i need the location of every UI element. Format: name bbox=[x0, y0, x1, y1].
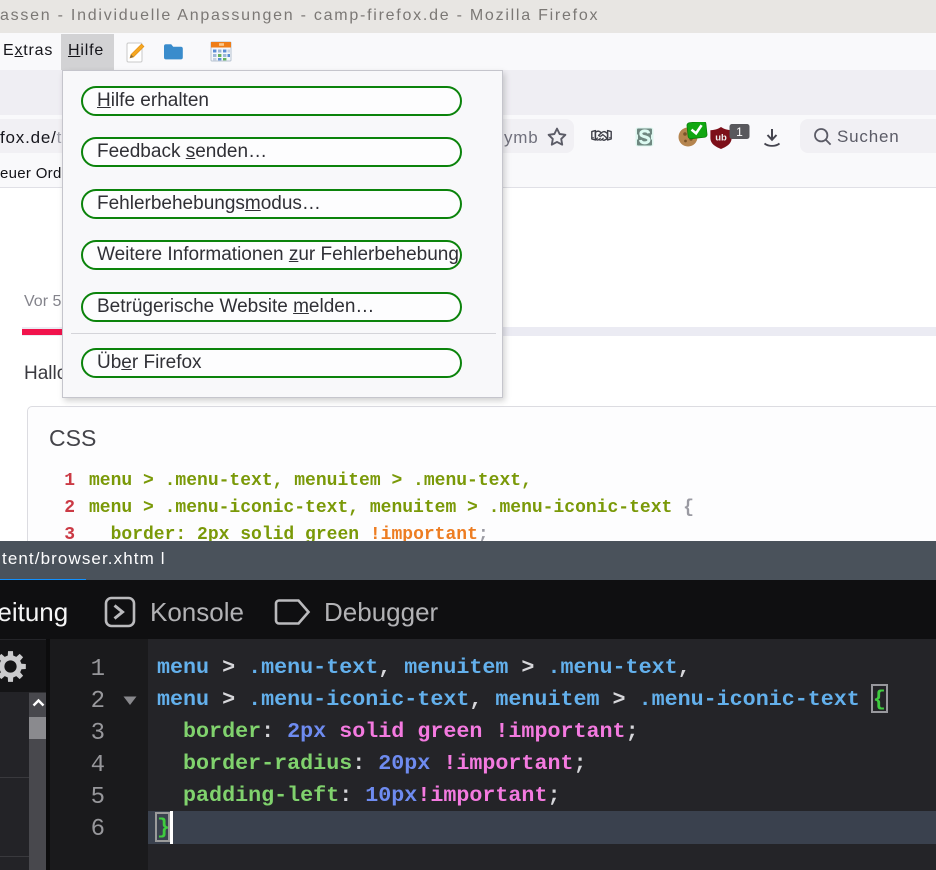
svg-text:1: 1 bbox=[736, 125, 743, 139]
svg-text:ub: ub bbox=[715, 133, 727, 144]
